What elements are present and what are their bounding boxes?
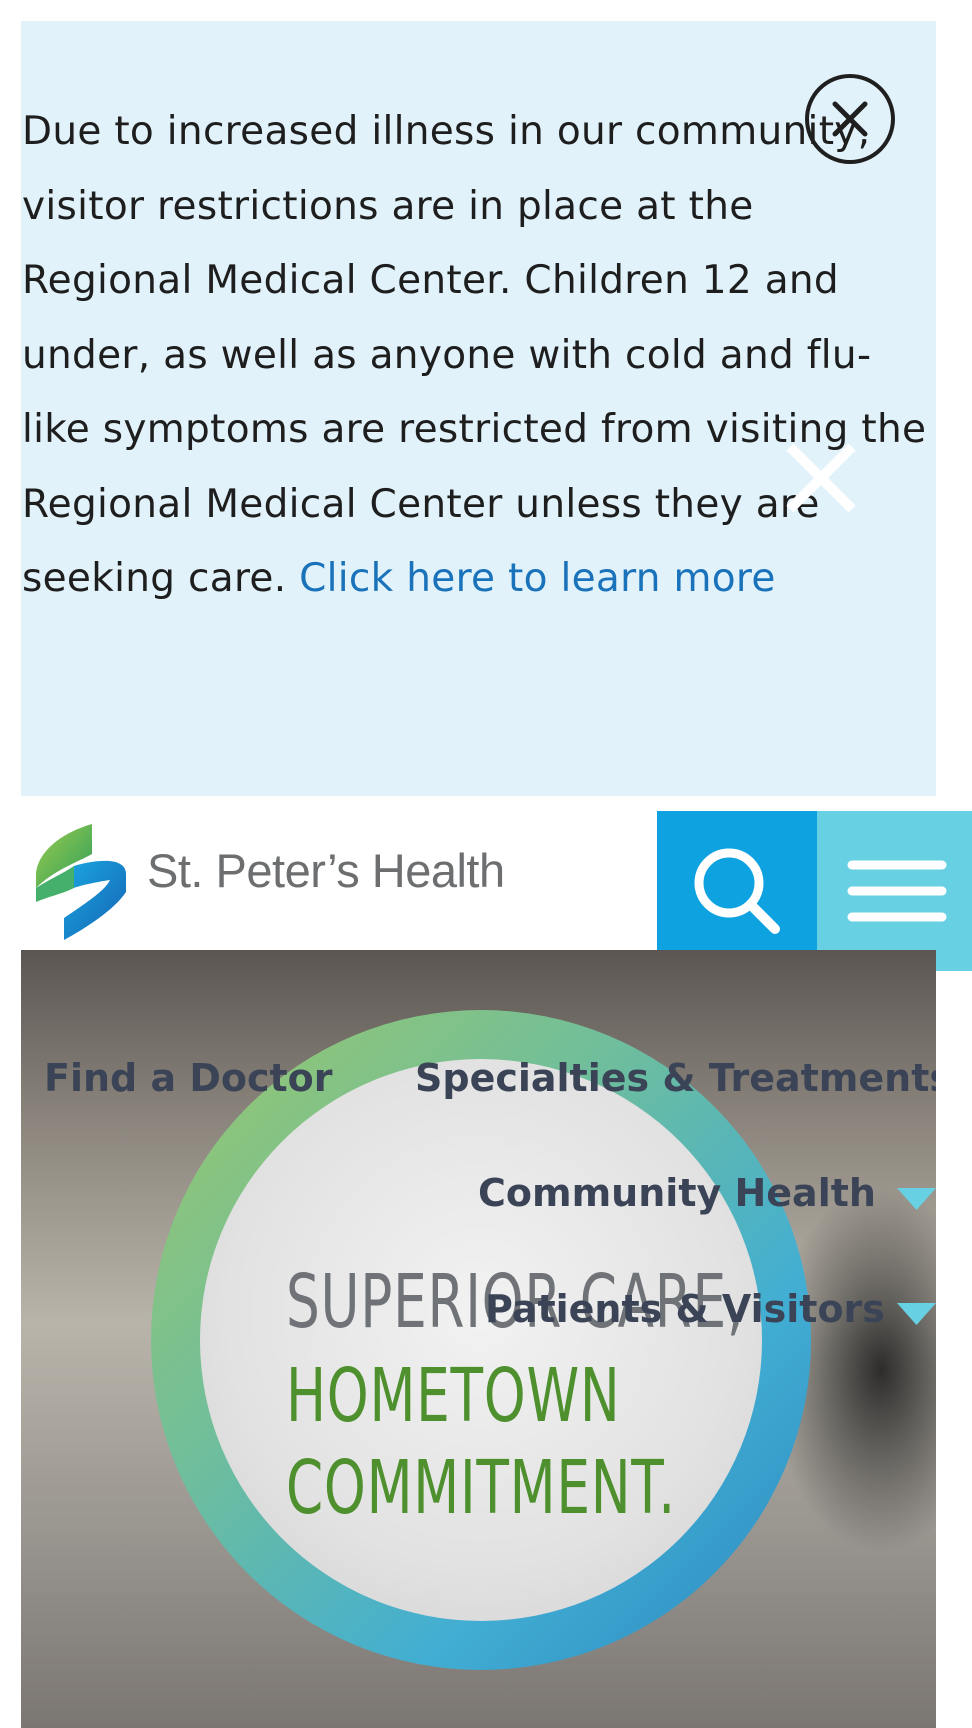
alert-banner: Due to increased illness in our communit… [21,21,936,796]
alert-message: Due to increased illness in our communit… [22,95,927,617]
learn-more-link[interactable]: Click here to learn more [299,556,776,601]
search-icon [694,848,780,934]
hamburger-menu-icon [847,860,947,922]
nav-find-a-doctor[interactable]: Find a Doctor [44,1056,333,1100]
caret-down-icon[interactable] [897,1303,936,1325]
hero-headline-line2: HOMETOWN [286,1353,621,1439]
alert-message-text: Due to increased illness in our communit… [22,109,927,601]
nav-community-health[interactable]: Community Health [478,1171,876,1215]
hero-banner: SUPERIOR CARE, HOMETOWN COMMITMENT. Find… [21,950,936,1728]
close-icon [832,101,868,137]
search-button[interactable] [657,811,817,971]
site-header: St. Peter’s Health [0,796,972,971]
close-alert-button[interactable] [805,74,895,164]
nav-specialties-treatments[interactable]: Specialties & Treatments [415,1056,936,1100]
caret-down-icon[interactable] [897,1188,936,1210]
close-overlay-icon [786,443,856,513]
menu-button[interactable] [817,811,972,971]
ribbon-s-logo-icon[interactable] [34,822,130,942]
brand-name[interactable]: St. Peter’s Health [147,843,505,898]
hero-circle: SUPERIOR CARE, HOMETOWN COMMITMENT. [200,1059,762,1621]
hero-ring-graphic: SUPERIOR CARE, HOMETOWN COMMITMENT. [151,1010,811,1670]
nav-patients-visitors[interactable]: Patients & Visitors [485,1287,885,1331]
hero-headline-line3: COMMITMENT. [286,1445,676,1531]
